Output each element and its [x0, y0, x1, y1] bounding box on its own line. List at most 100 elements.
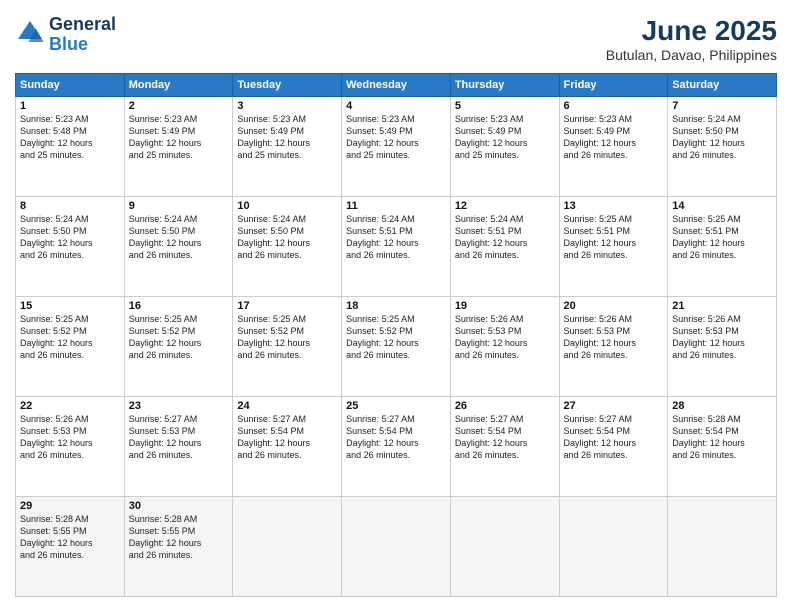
month-year: June 2025 — [606, 15, 777, 47]
calendar-cell: 22Sunrise: 5:26 AMSunset: 5:53 PMDayligh… — [16, 397, 125, 497]
calendar-cell: 12Sunrise: 5:24 AMSunset: 5:51 PMDayligh… — [450, 197, 559, 297]
cell-detail: Sunrise: 5:23 AMSunset: 5:48 PMDaylight:… — [20, 113, 120, 162]
calendar-cell: 23Sunrise: 5:27 AMSunset: 5:53 PMDayligh… — [124, 397, 233, 497]
cell-detail: Sunrise: 5:25 AMSunset: 5:52 PMDaylight:… — [20, 313, 120, 362]
cell-detail: Sunrise: 5:23 AMSunset: 5:49 PMDaylight:… — [564, 113, 664, 162]
calendar-cell: 20Sunrise: 5:26 AMSunset: 5:53 PMDayligh… — [559, 297, 668, 397]
cell-detail: Sunrise: 5:24 AMSunset: 5:51 PMDaylight:… — [346, 213, 446, 262]
day-number: 26 — [455, 400, 555, 412]
calendar-week-row: 15Sunrise: 5:25 AMSunset: 5:52 PMDayligh… — [16, 297, 777, 397]
calendar-cell: 28Sunrise: 5:28 AMSunset: 5:54 PMDayligh… — [668, 397, 777, 497]
day-number: 23 — [129, 400, 229, 412]
weekday-header: Friday — [559, 74, 668, 97]
cell-detail: Sunrise: 5:23 AMSunset: 5:49 PMDaylight:… — [129, 113, 229, 162]
weekday-header: Thursday — [450, 74, 559, 97]
logo: General Blue — [15, 15, 116, 55]
calendar-header: SundayMondayTuesdayWednesdayThursdayFrid… — [16, 74, 777, 97]
cell-detail: Sunrise: 5:23 AMSunset: 5:49 PMDaylight:… — [455, 113, 555, 162]
cell-detail: Sunrise: 5:25 AMSunset: 5:52 PMDaylight:… — [237, 313, 337, 362]
calendar-cell: 3Sunrise: 5:23 AMSunset: 5:49 PMDaylight… — [233, 97, 342, 197]
calendar-week-row: 8Sunrise: 5:24 AMSunset: 5:50 PMDaylight… — [16, 197, 777, 297]
cell-detail: Sunrise: 5:25 AMSunset: 5:52 PMDaylight:… — [346, 313, 446, 362]
cell-detail: Sunrise: 5:24 AMSunset: 5:50 PMDaylight:… — [237, 213, 337, 262]
calendar-cell: 18Sunrise: 5:25 AMSunset: 5:52 PMDayligh… — [342, 297, 451, 397]
weekday-row: SundayMondayTuesdayWednesdayThursdayFrid… — [16, 74, 777, 97]
cell-detail: Sunrise: 5:27 AMSunset: 5:54 PMDaylight:… — [346, 413, 446, 462]
calendar-cell: 30Sunrise: 5:28 AMSunset: 5:55 PMDayligh… — [124, 497, 233, 597]
cell-detail: Sunrise: 5:25 AMSunset: 5:51 PMDaylight:… — [564, 213, 664, 262]
logo-blue: Blue — [49, 35, 116, 55]
cell-detail: Sunrise: 5:24 AMSunset: 5:50 PMDaylight:… — [20, 213, 120, 262]
day-number: 22 — [20, 400, 120, 412]
cell-detail: Sunrise: 5:27 AMSunset: 5:54 PMDaylight:… — [455, 413, 555, 462]
day-number: 16 — [129, 300, 229, 312]
cell-detail: Sunrise: 5:23 AMSunset: 5:49 PMDaylight:… — [346, 113, 446, 162]
day-number: 3 — [237, 100, 337, 112]
cell-detail: Sunrise: 5:24 AMSunset: 5:50 PMDaylight:… — [129, 213, 229, 262]
cell-detail: Sunrise: 5:27 AMSunset: 5:53 PMDaylight:… — [129, 413, 229, 462]
calendar-cell: 17Sunrise: 5:25 AMSunset: 5:52 PMDayligh… — [233, 297, 342, 397]
cell-detail: Sunrise: 5:27 AMSunset: 5:54 PMDaylight:… — [237, 413, 337, 462]
day-number: 12 — [455, 200, 555, 212]
calendar-cell: 21Sunrise: 5:26 AMSunset: 5:53 PMDayligh… — [668, 297, 777, 397]
calendar-cell: 5Sunrise: 5:23 AMSunset: 5:49 PMDaylight… — [450, 97, 559, 197]
day-number: 2 — [129, 100, 229, 112]
calendar-cell: 29Sunrise: 5:28 AMSunset: 5:55 PMDayligh… — [16, 497, 125, 597]
weekday-header: Sunday — [16, 74, 125, 97]
day-number: 13 — [564, 200, 664, 212]
calendar-cell: 15Sunrise: 5:25 AMSunset: 5:52 PMDayligh… — [16, 297, 125, 397]
day-number: 17 — [237, 300, 337, 312]
location: Butulan, Davao, Philippines — [606, 47, 777, 63]
weekday-header: Saturday — [668, 74, 777, 97]
day-number: 1 — [20, 100, 120, 112]
cell-detail: Sunrise: 5:25 AMSunset: 5:52 PMDaylight:… — [129, 313, 229, 362]
day-number: 6 — [564, 100, 664, 112]
logo-text: General Blue — [49, 15, 116, 55]
cell-detail: Sunrise: 5:24 AMSunset: 5:51 PMDaylight:… — [455, 213, 555, 262]
calendar-cell: 1Sunrise: 5:23 AMSunset: 5:48 PMDaylight… — [16, 97, 125, 197]
calendar-cell: 16Sunrise: 5:25 AMSunset: 5:52 PMDayligh… — [124, 297, 233, 397]
calendar-week-row: 1Sunrise: 5:23 AMSunset: 5:48 PMDaylight… — [16, 97, 777, 197]
calendar-body: 1Sunrise: 5:23 AMSunset: 5:48 PMDaylight… — [16, 97, 777, 597]
day-number: 5 — [455, 100, 555, 112]
page: General Blue June 2025 Butulan, Davao, P… — [0, 0, 792, 612]
weekday-header: Monday — [124, 74, 233, 97]
day-number: 8 — [20, 200, 120, 212]
title-block: June 2025 Butulan, Davao, Philippines — [606, 15, 777, 63]
calendar-cell: 14Sunrise: 5:25 AMSunset: 5:51 PMDayligh… — [668, 197, 777, 297]
calendar-cell: 26Sunrise: 5:27 AMSunset: 5:54 PMDayligh… — [450, 397, 559, 497]
logo-icon — [15, 18, 45, 48]
header: General Blue June 2025 Butulan, Davao, P… — [15, 15, 777, 63]
day-number: 27 — [564, 400, 664, 412]
calendar-cell — [559, 497, 668, 597]
calendar-cell — [342, 497, 451, 597]
day-number: 9 — [129, 200, 229, 212]
calendar-cell — [668, 497, 777, 597]
calendar-week-row: 29Sunrise: 5:28 AMSunset: 5:55 PMDayligh… — [16, 497, 777, 597]
calendar-cell: 24Sunrise: 5:27 AMSunset: 5:54 PMDayligh… — [233, 397, 342, 497]
calendar: SundayMondayTuesdayWednesdayThursdayFrid… — [15, 73, 777, 597]
calendar-cell: 4Sunrise: 5:23 AMSunset: 5:49 PMDaylight… — [342, 97, 451, 197]
cell-detail: Sunrise: 5:26 AMSunset: 5:53 PMDaylight:… — [672, 313, 772, 362]
calendar-cell: 27Sunrise: 5:27 AMSunset: 5:54 PMDayligh… — [559, 397, 668, 497]
weekday-header: Wednesday — [342, 74, 451, 97]
calendar-cell — [450, 497, 559, 597]
calendar-cell: 19Sunrise: 5:26 AMSunset: 5:53 PMDayligh… — [450, 297, 559, 397]
day-number: 20 — [564, 300, 664, 312]
calendar-cell: 8Sunrise: 5:24 AMSunset: 5:50 PMDaylight… — [16, 197, 125, 297]
day-number: 10 — [237, 200, 337, 212]
cell-detail: Sunrise: 5:24 AMSunset: 5:50 PMDaylight:… — [672, 113, 772, 162]
logo-general: General — [49, 15, 116, 35]
day-number: 28 — [672, 400, 772, 412]
day-number: 14 — [672, 200, 772, 212]
calendar-cell: 7Sunrise: 5:24 AMSunset: 5:50 PMDaylight… — [668, 97, 777, 197]
day-number: 15 — [20, 300, 120, 312]
calendar-cell — [233, 497, 342, 597]
calendar-cell: 6Sunrise: 5:23 AMSunset: 5:49 PMDaylight… — [559, 97, 668, 197]
cell-detail: Sunrise: 5:27 AMSunset: 5:54 PMDaylight:… — [564, 413, 664, 462]
cell-detail: Sunrise: 5:28 AMSunset: 5:54 PMDaylight:… — [672, 413, 772, 462]
cell-detail: Sunrise: 5:26 AMSunset: 5:53 PMDaylight:… — [455, 313, 555, 362]
calendar-cell: 9Sunrise: 5:24 AMSunset: 5:50 PMDaylight… — [124, 197, 233, 297]
calendar-cell: 13Sunrise: 5:25 AMSunset: 5:51 PMDayligh… — [559, 197, 668, 297]
cell-detail: Sunrise: 5:23 AMSunset: 5:49 PMDaylight:… — [237, 113, 337, 162]
